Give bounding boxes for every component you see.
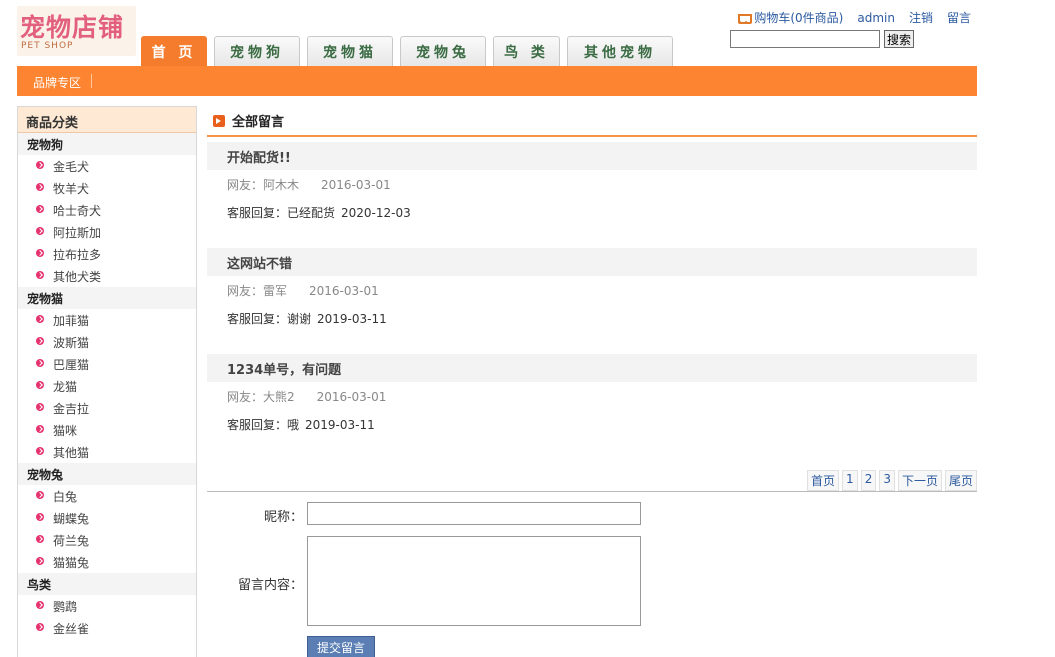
cart-link[interactable]: 购物车(0件商品) [736,9,843,26]
user-link[interactable]: admin [857,11,895,25]
cart-label: 购物车(0件商品) [754,11,844,25]
message-reply: 客服回复：哦 2019-03-11 [227,418,375,432]
divider [207,491,977,492]
message-title: 开始配货!! [207,142,977,170]
pager-page-1[interactable]: 1 [842,470,858,491]
message-meta: 网友：大熊2 2016-03-01 [227,390,387,404]
pager-first[interactable]: 首页 [807,470,840,491]
sidebar-item[interactable]: 鹦鹉 [18,595,196,617]
category-birds[interactable]: 鸟类 [18,573,196,595]
arrow-bullet-icon [36,403,44,411]
message-reply: 客服回复：谢谢 2019-03-11 [227,312,387,326]
arrow-bullet-icon [36,249,44,257]
arrow-bullet-icon [36,315,44,323]
tab-birds[interactable]: 鸟 类 [493,36,560,66]
sidebar-item[interactable]: 阿拉斯加 [18,221,196,243]
logout-link[interactable]: 注销 [909,9,933,26]
sidebar-heading: 商品分类 [18,107,196,133]
nickname-label: 昵称： [263,510,303,525]
brand-zone-link[interactable]: 品牌专区 [33,74,81,91]
sidebar-item[interactable]: 金吉拉 [18,397,196,419]
sidebar-item[interactable]: 蝴蝶兔 [18,507,196,529]
arrow-bullet-icon [36,557,44,565]
category-rabbits[interactable]: 宠物兔 [18,463,196,485]
tab-rabbits[interactable]: 宠物兔 [400,36,486,66]
sidebar-item[interactable]: 其他猫 [18,441,196,463]
arrow-bullet-icon [36,447,44,455]
pager-page-3[interactable]: 3 [879,470,895,491]
sidebar-item[interactable]: 龙猫 [18,375,196,397]
sidebar-item[interactable]: 哈士奇犬 [18,199,196,221]
sidebar-item[interactable]: 猫咪 [18,419,196,441]
category-sidebar: 商品分类 宠物狗 金毛犬 牧羊犬 哈士奇犬 阿拉斯加 拉布拉多 其他犬类 宠物猫… [17,106,197,657]
sub-nav-bar: 品牌专区 [17,66,977,96]
search-button[interactable]: 搜索 [884,30,915,48]
sidebar-item[interactable]: 拉布拉多 [18,243,196,265]
sidebar-item[interactable]: 波斯猫 [18,331,196,353]
pagination: 首页 1 2 3 下一页 尾页 [807,470,977,491]
tab-dogs[interactable]: 宠物狗 [214,36,300,66]
page-title-text: 全部留言 [232,115,285,130]
arrow-bullet-icon [36,227,44,235]
arrow-bullet-icon [36,601,44,609]
category-cats[interactable]: 宠物猫 [18,287,196,309]
arrow-bullet-icon [36,513,44,521]
submit-message-button[interactable]: 提交留言 [307,636,376,657]
nickname-input[interactable] [307,502,641,525]
message-title: 1234单号，有问题 [207,354,977,382]
divider [91,74,92,88]
sidebar-item[interactable]: 荷兰兔 [18,529,196,551]
shop-logo[interactable]: 宠物店铺 PET SHOP [17,6,136,56]
arrow-bullet-icon [36,205,44,213]
arrow-bullet-icon [36,535,44,543]
arrow-bullet-icon [36,425,44,433]
logo-title: 宠物店铺 [20,13,125,42]
page-title: 全部留言 [207,106,977,137]
pager-page-2[interactable]: 2 [860,470,877,491]
message-item: 1234单号，有问题 网友：大熊2 2016-03-01 客服回复：哦 2019-0… [207,354,977,438]
sidebar-item[interactable]: 牧羊犬 [18,177,196,199]
cart-icon [736,12,753,24]
sidebar-item[interactable]: 加菲猫 [18,309,196,331]
search-input[interactable] [730,30,880,48]
sidebar-item[interactable]: 金毛犬 [18,155,196,177]
top-links: 购物车(0件商品) admin 注销 留言 [736,9,971,26]
pager-last[interactable]: 尾页 [944,470,977,491]
message-meta: 网友：雷军 2016-03-01 [227,284,379,298]
pager-next[interactable]: 下一页 [897,470,942,491]
logo-subtitle: PET SHOP [21,41,74,51]
sidebar-item[interactable]: 巴厘猫 [18,353,196,375]
tab-cats[interactable]: 宠物猫 [307,36,393,66]
arrow-bullet-icon [36,491,44,499]
arrow-bullet-icon [36,623,44,631]
arrow-bullet-icon [36,359,44,367]
message-reply: 客服回复：已经配货 2020-12-03 [227,206,411,220]
message-content-input[interactable] [307,536,641,626]
content-label: 留言内容： [237,578,303,593]
message-item: 开始配货!! 网友：阿木木 2016-03-01 客服回复：已经配货 2020-12… [207,142,977,226]
arrow-bullet-icon [36,161,44,169]
category-dogs[interactable]: 宠物狗 [18,133,196,155]
message-meta: 网友：阿木木 2016-03-01 [227,178,391,192]
tab-other[interactable]: 其他宠物 [567,36,673,66]
arrow-right-icon [213,114,225,127]
arrow-bullet-icon [36,271,44,279]
arrow-bullet-icon [36,183,44,191]
sidebar-item[interactable]: 猫猫兔 [18,551,196,573]
message-board: 全部留言 开始配货!! 网友：阿木木 2016-03-01 客服回复：已经配货 20… [207,106,977,657]
main-nav: 首 页 宠物狗 宠物猫 宠物兔 鸟 类 其他宠物 [141,36,673,66]
sidebar-item[interactable]: 白兔 [18,485,196,507]
sidebar-item[interactable]: 金丝雀 [18,617,196,639]
sidebar-item[interactable]: 其他犬类 [18,265,196,287]
message-title: 这网站不错 [207,248,977,276]
tab-home[interactable]: 首 页 [141,36,207,66]
search-bar: 搜索 [730,30,915,48]
message-link[interactable]: 留言 [947,9,971,26]
arrow-bullet-icon [36,337,44,345]
message-item: 这网站不错 网友：雷军 2016-03-01 客服回复：谢谢 2019-03-11 [207,248,977,332]
arrow-bullet-icon [36,381,44,389]
